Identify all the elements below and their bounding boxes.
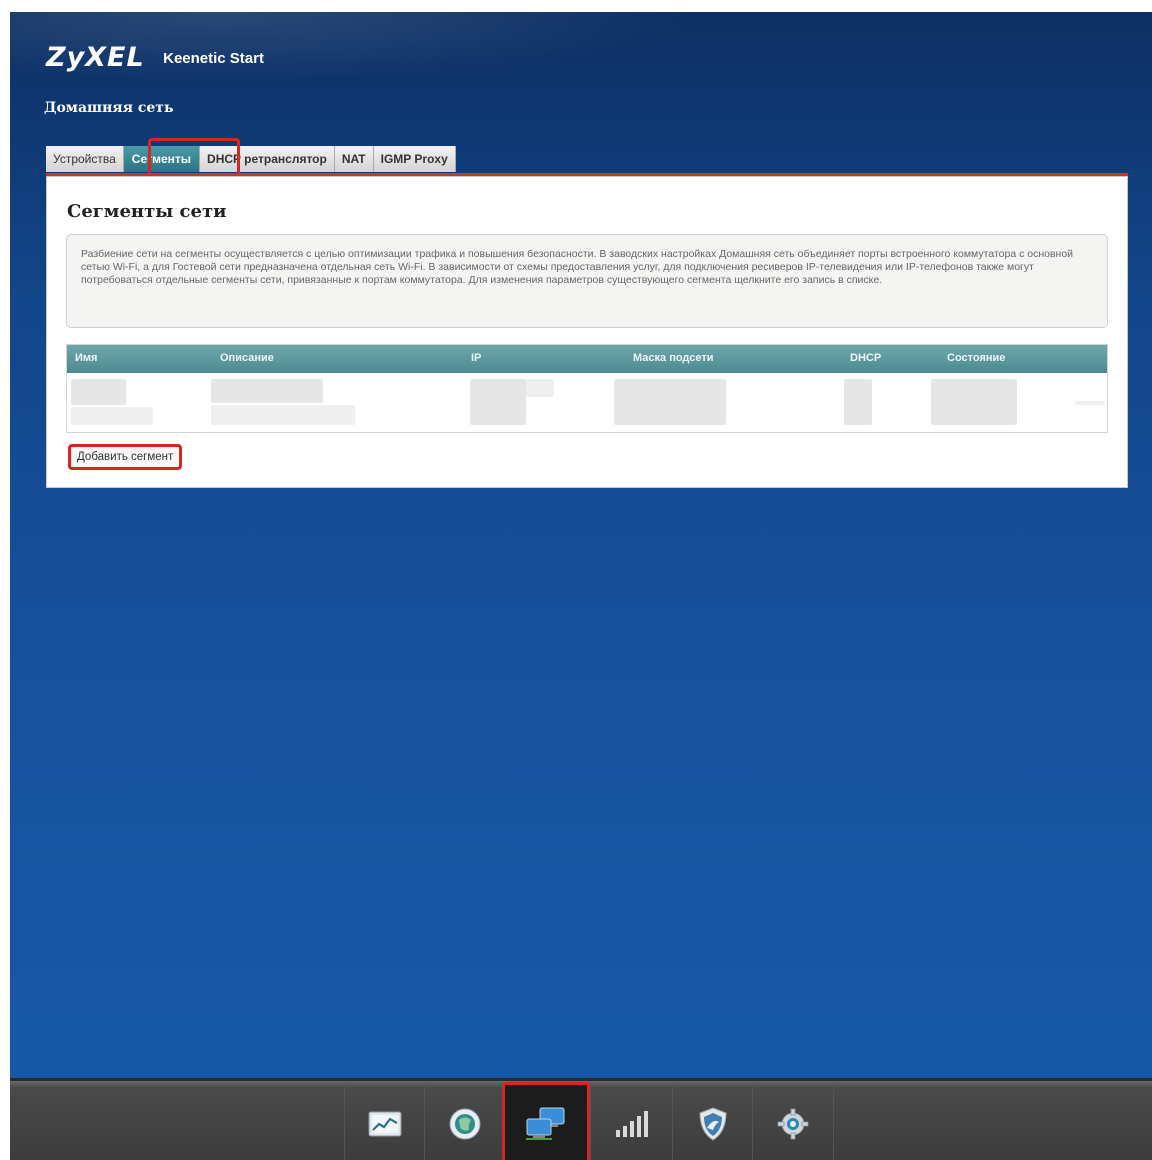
column-status: Состояние (947, 352, 1006, 364)
blurred-cell (931, 379, 1017, 425)
model-name: Keenetic Start (163, 50, 264, 67)
settings-gear-icon[interactable] (752, 1085, 834, 1160)
tab-bar: Устройства Сегменты DHCP ретранслятор NA… (46, 146, 456, 172)
blurred-cell (71, 407, 153, 425)
zyxel-logo: ZyXEL Keenetic Start (46, 42, 264, 73)
tab-igmp-proxy[interactable]: IGMP Proxy (373, 146, 456, 172)
segments-table: Имя Описание IP Маска подсети DHCP Состо… (66, 344, 1108, 433)
security-shield-icon[interactable] (672, 1085, 753, 1160)
bottom-dock (10, 1078, 1152, 1160)
segments-panel: Сегменты сети Разбиение сети на сегменты… (46, 176, 1128, 488)
blurred-cell (614, 379, 726, 425)
table-header: Имя Описание IP Маска подсети DHCP Состо… (67, 345, 1107, 373)
home-network-icon[interactable] (502, 1082, 590, 1160)
column-name: Имя (75, 352, 98, 364)
blurred-cell (71, 379, 126, 405)
brand-name: ZyXEL (46, 42, 145, 73)
monitor-icon[interactable] (344, 1085, 425, 1160)
router-admin-screen: ZyXEL Keenetic Start Домашняя сеть Устро… (10, 12, 1152, 1160)
info-description: Разбиение сети на сегменты осуществляетс… (66, 234, 1108, 328)
blurred-cell (211, 405, 355, 425)
blurred-cell (1075, 401, 1105, 405)
blurred-cell (470, 379, 526, 425)
internet-globe-icon[interactable] (424, 1085, 505, 1160)
tab-devices[interactable]: Устройства (46, 146, 124, 172)
column-subnet-mask: Маска подсети (633, 352, 714, 364)
column-ip: IP (471, 352, 482, 364)
column-description: Описание (220, 352, 274, 364)
add-segment-button[interactable]: Добавить сегмент (68, 444, 183, 470)
column-dhcp: DHCP (850, 352, 882, 364)
blurred-cell (844, 379, 872, 425)
panel-title: Сегменты сети (67, 201, 227, 222)
blurred-cell (211, 379, 323, 403)
page-title: Домашняя сеть (44, 100, 174, 116)
tab-nat[interactable]: NAT (334, 146, 374, 172)
blurred-cell (526, 379, 554, 397)
wifi-signal-icon[interactable] (590, 1085, 671, 1160)
